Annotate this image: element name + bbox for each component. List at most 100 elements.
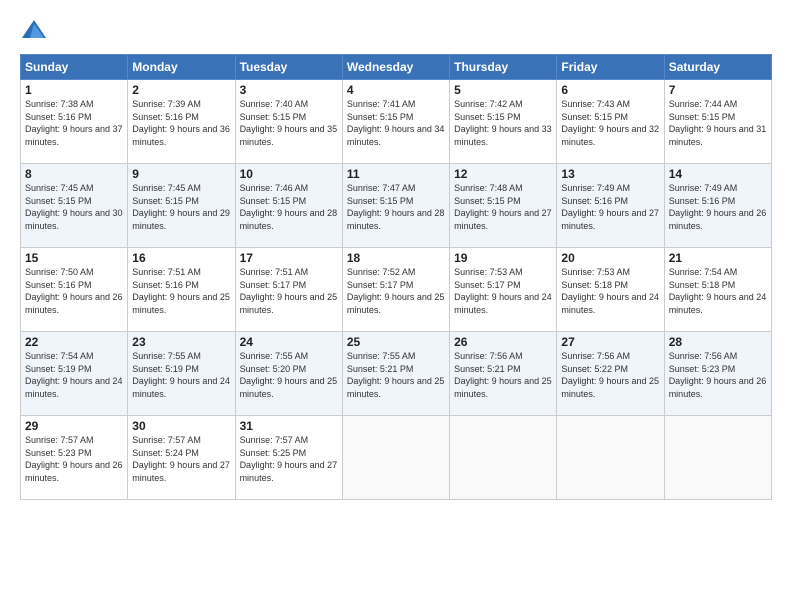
header bbox=[20, 16, 772, 44]
day-info: Sunrise: 7:41 AMSunset: 5:15 PMDaylight:… bbox=[347, 99, 445, 147]
day-number: 9 bbox=[132, 167, 230, 181]
day-number: 16 bbox=[132, 251, 230, 265]
day-number: 15 bbox=[25, 251, 123, 265]
day-number: 30 bbox=[132, 419, 230, 433]
day-info: Sunrise: 7:44 AMSunset: 5:15 PMDaylight:… bbox=[669, 99, 767, 147]
day-info: Sunrise: 7:53 AMSunset: 5:18 PMDaylight:… bbox=[561, 267, 659, 315]
calendar-cell: 12 Sunrise: 7:48 AMSunset: 5:15 PMDaylig… bbox=[450, 164, 557, 248]
day-number: 19 bbox=[454, 251, 552, 265]
calendar-cell: 9 Sunrise: 7:45 AMSunset: 5:15 PMDayligh… bbox=[128, 164, 235, 248]
day-number: 14 bbox=[669, 167, 767, 181]
day-info: Sunrise: 7:55 AMSunset: 5:21 PMDaylight:… bbox=[347, 351, 445, 399]
day-info: Sunrise: 7:45 AMSunset: 5:15 PMDaylight:… bbox=[132, 183, 230, 231]
day-info: Sunrise: 7:53 AMSunset: 5:17 PMDaylight:… bbox=[454, 267, 552, 315]
calendar-body: 1 Sunrise: 7:38 AMSunset: 5:16 PMDayligh… bbox=[21, 80, 772, 500]
day-info: Sunrise: 7:57 AMSunset: 5:23 PMDaylight:… bbox=[25, 435, 123, 483]
calendar-cell bbox=[450, 416, 557, 500]
calendar-cell: 7 Sunrise: 7:44 AMSunset: 5:15 PMDayligh… bbox=[664, 80, 771, 164]
day-number: 7 bbox=[669, 83, 767, 97]
calendar: SundayMondayTuesdayWednesdayThursdayFrid… bbox=[20, 54, 772, 500]
calendar-cell: 14 Sunrise: 7:49 AMSunset: 5:16 PMDaylig… bbox=[664, 164, 771, 248]
header-row: SundayMondayTuesdayWednesdayThursdayFrid… bbox=[21, 55, 772, 80]
calendar-cell: 1 Sunrise: 7:38 AMSunset: 5:16 PMDayligh… bbox=[21, 80, 128, 164]
day-number: 22 bbox=[25, 335, 123, 349]
day-info: Sunrise: 7:51 AMSunset: 5:17 PMDaylight:… bbox=[240, 267, 338, 315]
calendar-cell: 16 Sunrise: 7:51 AMSunset: 5:16 PMDaylig… bbox=[128, 248, 235, 332]
day-info: Sunrise: 7:56 AMSunset: 5:23 PMDaylight:… bbox=[669, 351, 767, 399]
calendar-cell: 4 Sunrise: 7:41 AMSunset: 5:15 PMDayligh… bbox=[342, 80, 449, 164]
logo bbox=[20, 16, 52, 44]
day-info: Sunrise: 7:56 AMSunset: 5:22 PMDaylight:… bbox=[561, 351, 659, 399]
calendar-cell: 3 Sunrise: 7:40 AMSunset: 5:15 PMDayligh… bbox=[235, 80, 342, 164]
calendar-cell: 21 Sunrise: 7:54 AMSunset: 5:18 PMDaylig… bbox=[664, 248, 771, 332]
day-number: 12 bbox=[454, 167, 552, 181]
calendar-cell: 28 Sunrise: 7:56 AMSunset: 5:23 PMDaylig… bbox=[664, 332, 771, 416]
day-info: Sunrise: 7:38 AMSunset: 5:16 PMDaylight:… bbox=[25, 99, 123, 147]
day-info: Sunrise: 7:40 AMSunset: 5:15 PMDaylight:… bbox=[240, 99, 338, 147]
calendar-cell: 23 Sunrise: 7:55 AMSunset: 5:19 PMDaylig… bbox=[128, 332, 235, 416]
day-info: Sunrise: 7:49 AMSunset: 5:16 PMDaylight:… bbox=[669, 183, 767, 231]
header-day-monday: Monday bbox=[128, 55, 235, 80]
day-number: 5 bbox=[454, 83, 552, 97]
header-day-tuesday: Tuesday bbox=[235, 55, 342, 80]
day-number: 10 bbox=[240, 167, 338, 181]
calendar-cell: 17 Sunrise: 7:51 AMSunset: 5:17 PMDaylig… bbox=[235, 248, 342, 332]
day-number: 6 bbox=[561, 83, 659, 97]
day-number: 24 bbox=[240, 335, 338, 349]
page: SundayMondayTuesdayWednesdayThursdayFrid… bbox=[0, 0, 792, 612]
week-row-2: 8 Sunrise: 7:45 AMSunset: 5:15 PMDayligh… bbox=[21, 164, 772, 248]
day-info: Sunrise: 7:42 AMSunset: 5:15 PMDaylight:… bbox=[454, 99, 552, 147]
calendar-cell: 10 Sunrise: 7:46 AMSunset: 5:15 PMDaylig… bbox=[235, 164, 342, 248]
day-number: 3 bbox=[240, 83, 338, 97]
calendar-cell: 11 Sunrise: 7:47 AMSunset: 5:15 PMDaylig… bbox=[342, 164, 449, 248]
day-number: 28 bbox=[669, 335, 767, 349]
day-number: 20 bbox=[561, 251, 659, 265]
day-number: 21 bbox=[669, 251, 767, 265]
calendar-cell: 30 Sunrise: 7:57 AMSunset: 5:24 PMDaylig… bbox=[128, 416, 235, 500]
calendar-cell: 5 Sunrise: 7:42 AMSunset: 5:15 PMDayligh… bbox=[450, 80, 557, 164]
calendar-cell: 18 Sunrise: 7:52 AMSunset: 5:17 PMDaylig… bbox=[342, 248, 449, 332]
day-info: Sunrise: 7:54 AMSunset: 5:18 PMDaylight:… bbox=[669, 267, 767, 315]
calendar-cell: 26 Sunrise: 7:56 AMSunset: 5:21 PMDaylig… bbox=[450, 332, 557, 416]
day-number: 11 bbox=[347, 167, 445, 181]
calendar-cell bbox=[664, 416, 771, 500]
calendar-cell: 20 Sunrise: 7:53 AMSunset: 5:18 PMDaylig… bbox=[557, 248, 664, 332]
day-number: 25 bbox=[347, 335, 445, 349]
day-number: 29 bbox=[25, 419, 123, 433]
calendar-cell: 15 Sunrise: 7:50 AMSunset: 5:16 PMDaylig… bbox=[21, 248, 128, 332]
logo-icon bbox=[20, 16, 48, 44]
day-info: Sunrise: 7:46 AMSunset: 5:15 PMDaylight:… bbox=[240, 183, 338, 231]
day-info: Sunrise: 7:57 AMSunset: 5:25 PMDaylight:… bbox=[240, 435, 338, 483]
calendar-cell bbox=[342, 416, 449, 500]
day-info: Sunrise: 7:45 AMSunset: 5:15 PMDaylight:… bbox=[25, 183, 123, 231]
day-info: Sunrise: 7:56 AMSunset: 5:21 PMDaylight:… bbox=[454, 351, 552, 399]
calendar-cell: 8 Sunrise: 7:45 AMSunset: 5:15 PMDayligh… bbox=[21, 164, 128, 248]
day-info: Sunrise: 7:51 AMSunset: 5:16 PMDaylight:… bbox=[132, 267, 230, 315]
day-info: Sunrise: 7:55 AMSunset: 5:19 PMDaylight:… bbox=[132, 351, 230, 399]
day-number: 1 bbox=[25, 83, 123, 97]
day-number: 27 bbox=[561, 335, 659, 349]
day-info: Sunrise: 7:39 AMSunset: 5:16 PMDaylight:… bbox=[132, 99, 230, 147]
calendar-cell: 27 Sunrise: 7:56 AMSunset: 5:22 PMDaylig… bbox=[557, 332, 664, 416]
day-info: Sunrise: 7:54 AMSunset: 5:19 PMDaylight:… bbox=[25, 351, 123, 399]
week-row-1: 1 Sunrise: 7:38 AMSunset: 5:16 PMDayligh… bbox=[21, 80, 772, 164]
calendar-cell bbox=[557, 416, 664, 500]
calendar-cell: 6 Sunrise: 7:43 AMSunset: 5:15 PMDayligh… bbox=[557, 80, 664, 164]
calendar-cell: 25 Sunrise: 7:55 AMSunset: 5:21 PMDaylig… bbox=[342, 332, 449, 416]
calendar-cell: 19 Sunrise: 7:53 AMSunset: 5:17 PMDaylig… bbox=[450, 248, 557, 332]
day-number: 13 bbox=[561, 167, 659, 181]
calendar-cell: 22 Sunrise: 7:54 AMSunset: 5:19 PMDaylig… bbox=[21, 332, 128, 416]
day-info: Sunrise: 7:52 AMSunset: 5:17 PMDaylight:… bbox=[347, 267, 445, 315]
header-day-thursday: Thursday bbox=[450, 55, 557, 80]
calendar-cell: 2 Sunrise: 7:39 AMSunset: 5:16 PMDayligh… bbox=[128, 80, 235, 164]
calendar-cell: 31 Sunrise: 7:57 AMSunset: 5:25 PMDaylig… bbox=[235, 416, 342, 500]
week-row-4: 22 Sunrise: 7:54 AMSunset: 5:19 PMDaylig… bbox=[21, 332, 772, 416]
day-number: 18 bbox=[347, 251, 445, 265]
calendar-cell: 29 Sunrise: 7:57 AMSunset: 5:23 PMDaylig… bbox=[21, 416, 128, 500]
day-info: Sunrise: 7:55 AMSunset: 5:20 PMDaylight:… bbox=[240, 351, 338, 399]
day-number: 4 bbox=[347, 83, 445, 97]
day-info: Sunrise: 7:47 AMSunset: 5:15 PMDaylight:… bbox=[347, 183, 445, 231]
day-info: Sunrise: 7:48 AMSunset: 5:15 PMDaylight:… bbox=[454, 183, 552, 231]
day-info: Sunrise: 7:57 AMSunset: 5:24 PMDaylight:… bbox=[132, 435, 230, 483]
day-info: Sunrise: 7:49 AMSunset: 5:16 PMDaylight:… bbox=[561, 183, 659, 231]
